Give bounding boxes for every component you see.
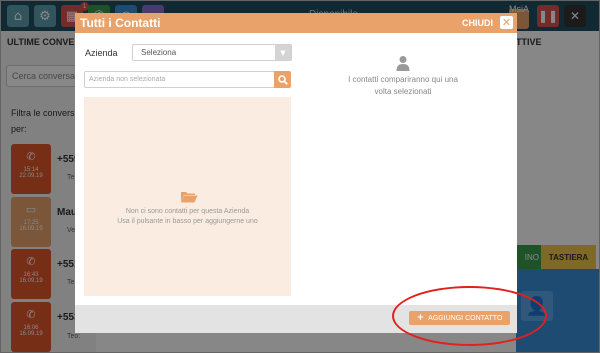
close-icon[interactable]: ✕ (500, 16, 513, 29)
selected-contacts-message: I contatti compariranno qui una (348, 75, 458, 84)
modal-title: Tutti i Contatti (80, 16, 161, 30)
add-contact-label: AGGIUNGI CONTATTO (428, 314, 503, 322)
person-icon (396, 56, 410, 71)
contacts-list-empty: Non ci sono contatti per questa Azienda … (84, 97, 291, 296)
contacts-modal: Tutti i Contatti CHIUDI ✕ Azienda Selezi… (75, 13, 517, 333)
plus-icon: + (416, 313, 425, 323)
company-select-value: Seleziona (141, 48, 177, 57)
modal-header: Tutti i Contatti CHIUDI ✕ (75, 13, 517, 33)
search-icon (277, 74, 288, 85)
chevron-down-icon[interactable]: ▼ (275, 45, 291, 60)
folder-open-icon (181, 192, 198, 203)
company-label: Azienda (85, 48, 118, 58)
company-select[interactable]: Seleziona ▼ (132, 44, 292, 61)
selected-contacts-message-line2: volta selezionati (374, 87, 432, 96)
search-button[interactable] (274, 71, 291, 88)
contact-search-input[interactable]: Azienda non selezionata (84, 71, 275, 88)
close-button-label[interactable]: CHIUDI (462, 18, 493, 28)
empty-message: Non ci sono contatti per questa Azienda (125, 208, 250, 215)
empty-hint: Usa il pulsante in basso per aggiungerne… (117, 218, 258, 225)
add-contact-button[interactable]: + AGGIUNGI CONTATTO (409, 311, 510, 325)
